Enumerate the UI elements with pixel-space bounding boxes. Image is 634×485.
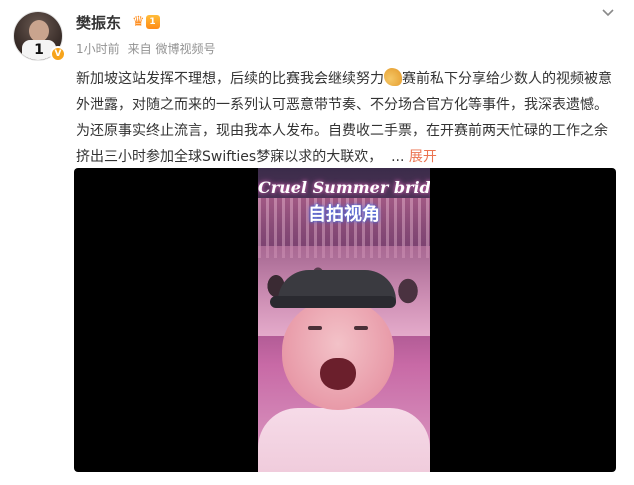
post-text: 新加坡这站发挥不理想，后续的比赛我会继续努力 赛前私下分享给少数人的视频被意外泄露… — [76, 66, 621, 170]
video-frame: Cruel Summer bridge 自拍视角 — [258, 168, 430, 472]
video-mouth — [320, 358, 356, 390]
crown-icon: ♛ — [132, 14, 145, 30]
member-badge[interactable]: ♛ 1 — [132, 14, 162, 30]
video-overlay-title: Cruel Summer bridge — [258, 178, 430, 197]
video-shirt — [258, 408, 430, 472]
post-text-part1: 新加坡这站发挥不理想，后续的比赛我会继续努力 — [76, 71, 384, 87]
video-eye-right — [354, 326, 368, 330]
post-time[interactable]: 1小时前 — [76, 40, 120, 57]
verified-badge-icon: V — [50, 46, 66, 62]
chevron-down-icon[interactable] — [600, 6, 616, 22]
member-level: 1 — [145, 15, 160, 29]
video-face — [282, 300, 394, 410]
post-source[interactable]: 来自 微博视频号 — [128, 40, 216, 57]
flexed-biceps-icon — [384, 68, 402, 86]
avatar-face — [29, 20, 49, 42]
author-name[interactable]: 樊振东 — [76, 12, 121, 33]
expand-link[interactable]: 展开 — [409, 149, 437, 165]
video-overlay-caption: 自拍视角 — [308, 204, 380, 225]
video-cap-brim — [270, 296, 396, 308]
post-meta: 1小时前 来自 微博视频号 — [76, 40, 215, 57]
video-player[interactable]: Cruel Summer bridge 自拍视角 — [74, 168, 616, 472]
video-eye-left — [308, 326, 322, 330]
ellipsis: ... — [391, 149, 405, 165]
